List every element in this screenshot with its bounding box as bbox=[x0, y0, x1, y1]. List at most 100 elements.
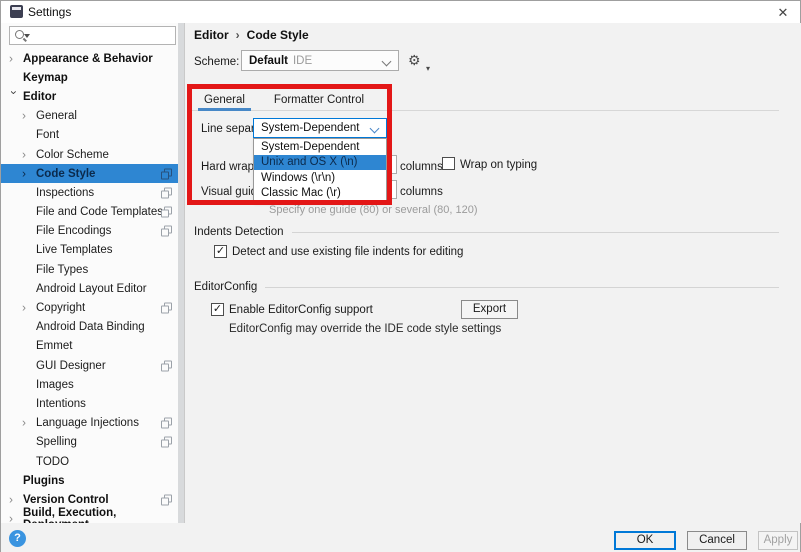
dropdown-option[interactable]: Classic Mac (\r) bbox=[254, 186, 386, 202]
tree-chevron-icon[interactable]: › bbox=[9, 493, 19, 505]
ok-button[interactable]: OK bbox=[614, 531, 676, 550]
detect-indents-checkbox[interactable] bbox=[214, 245, 227, 258]
scheme-actions-button[interactable]: ⚙ ▾ bbox=[408, 51, 428, 71]
shared-settings-badge-icon bbox=[161, 168, 172, 179]
sidebar-item[interactable]: File Types bbox=[1, 260, 179, 279]
dropdown-option-label: Windows (\r\n) bbox=[261, 172, 335, 184]
sidebar-item-label: File Encodings bbox=[36, 225, 111, 237]
sidebar-item[interactable]: File Encodings bbox=[1, 222, 179, 241]
chevron-down-icon bbox=[382, 57, 392, 67]
sidebar-item[interactable]: Intentions bbox=[1, 394, 179, 413]
sidebar-item[interactable]: › Copyright bbox=[1, 298, 179, 317]
sidebar-item[interactable]: Images bbox=[1, 375, 179, 394]
tree-chevron-icon[interactable]: › bbox=[9, 52, 19, 64]
tab[interactable]: Formatter Control bbox=[261, 89, 377, 110]
sidebar-item[interactable]: › General bbox=[1, 107, 179, 126]
tree-chevron-icon[interactable]: › bbox=[22, 301, 32, 313]
dropdown-option-label: Classic Mac (\r) bbox=[261, 187, 341, 199]
visual-guides-suffix: columns bbox=[400, 186, 443, 198]
sidebar-item-label: Plugins bbox=[23, 475, 65, 487]
editorconfig-title: EditorConfig bbox=[194, 281, 257, 293]
chevron-down-icon bbox=[370, 124, 380, 134]
sidebar-item-label: Copyright bbox=[36, 302, 85, 314]
sidebar-item[interactable]: Android Data Binding bbox=[1, 318, 179, 337]
hard-wrap-suffix: columns bbox=[400, 161, 443, 173]
apply-button: Apply bbox=[758, 531, 798, 550]
sidebar-item[interactable]: › Color Scheme bbox=[1, 145, 179, 164]
sidebar-item-label: Emmet bbox=[36, 340, 72, 352]
indents-detection-title: Indents Detection bbox=[194, 226, 284, 238]
dropdown-option[interactable]: Windows (\r\n) bbox=[254, 170, 386, 186]
gear-icon: ⚙ bbox=[408, 52, 421, 68]
shared-settings-badge-icon bbox=[161, 494, 172, 505]
sidebar-item-label: Inspections bbox=[36, 187, 94, 199]
settings-tree: › Appearance & Behavior Keymap › Editor … bbox=[1, 49, 185, 529]
tab[interactable]: General bbox=[191, 89, 258, 110]
sidebar-item-label: TODO bbox=[36, 456, 69, 468]
sidebar-item-label: Color Scheme bbox=[36, 149, 109, 161]
sidebar-item[interactable]: › Appearance & Behavior bbox=[1, 49, 179, 68]
shared-settings-badge-icon bbox=[161, 207, 172, 218]
footer-bar: ? OK Cancel Apply bbox=[1, 523, 800, 552]
wrap-on-typing-label[interactable]: Wrap on typing bbox=[460, 159, 537, 171]
sidebar-item[interactable]: Plugins bbox=[1, 471, 179, 490]
line-separator-value: System-Dependent bbox=[261, 122, 359, 134]
sidebar-item-label: File Types bbox=[36, 264, 88, 276]
sidebar-item[interactable]: › Code Style bbox=[1, 164, 179, 183]
sidebar-item[interactable]: Spelling bbox=[1, 433, 179, 452]
dropdown-option-label: Unix and OS X (\n) bbox=[261, 156, 358, 168]
sidebar-item-label: GUI Designer bbox=[36, 360, 106, 372]
sidebar-item-label: Android Layout Editor bbox=[36, 283, 147, 295]
tree-chevron-icon[interactable]: › bbox=[22, 148, 32, 160]
tree-chevron-icon[interactable]: › bbox=[22, 416, 32, 428]
help-icon[interactable]: ? bbox=[9, 530, 26, 547]
breadcrumb-page: Code Style bbox=[247, 28, 309, 42]
tree-chevron-icon[interactable]: › bbox=[22, 167, 32, 179]
wrap-on-typing-checkbox[interactable] bbox=[442, 157, 455, 170]
search-history-caret-icon[interactable] bbox=[24, 34, 30, 38]
dropdown-option[interactable]: System-Dependent bbox=[254, 139, 386, 155]
gear-caret-icon: ▾ bbox=[426, 64, 430, 73]
title-bar: Settings ✕ bbox=[1, 1, 800, 23]
sidebar-item[interactable]: › Language Injections bbox=[1, 414, 179, 433]
sidebar-item-label: Language Injections bbox=[36, 417, 139, 429]
sidebar-item-label: Android Data Binding bbox=[36, 321, 145, 333]
export-button[interactable]: Export bbox=[461, 300, 518, 319]
sidebar-item-label: Editor bbox=[23, 91, 56, 103]
search-box[interactable] bbox=[9, 26, 176, 45]
sidebar-item[interactable]: Font bbox=[1, 126, 179, 145]
search-input[interactable] bbox=[33, 28, 175, 43]
sidebar-item[interactable]: Emmet bbox=[1, 337, 179, 356]
sidebar-item-label: Spelling bbox=[36, 436, 77, 448]
sidebar-item-label: Intentions bbox=[36, 398, 86, 410]
breadcrumb-section[interactable]: Editor bbox=[194, 28, 229, 42]
cancel-button[interactable]: Cancel bbox=[687, 531, 747, 550]
sidebar-item[interactable]: Live Templates bbox=[1, 241, 179, 260]
scheme-label: Scheme: bbox=[194, 56, 239, 68]
tree-chevron-icon[interactable]: › bbox=[8, 91, 20, 101]
shared-settings-badge-icon bbox=[161, 226, 172, 237]
sidebar-item[interactable]: › Editor bbox=[1, 87, 179, 106]
enable-editorconfig-checkbox[interactable] bbox=[211, 303, 224, 316]
dropdown-option[interactable]: Unix and OS X (\n) bbox=[254, 155, 386, 171]
scheme-value-suffix: IDE bbox=[293, 55, 312, 67]
sidebar-item[interactable]: Android Layout Editor bbox=[1, 279, 179, 298]
shared-settings-badge-icon bbox=[161, 303, 172, 314]
editorconfig-note: EditorConfig may override the IDE code s… bbox=[229, 323, 501, 335]
detect-indents-label[interactable]: Detect and use existing file indents for… bbox=[232, 246, 463, 258]
main-panel: Editor›Code Style Scheme: Default IDE ⚙ … bbox=[186, 23, 801, 523]
sidebar-item[interactable]: File and Code Templates bbox=[1, 203, 179, 222]
shared-settings-badge-icon bbox=[161, 360, 172, 371]
close-icon[interactable]: ✕ bbox=[772, 4, 794, 21]
enable-editorconfig-label[interactable]: Enable EditorConfig support bbox=[229, 304, 373, 316]
sidebar-item[interactable]: GUI Designer bbox=[1, 356, 179, 375]
section-rule bbox=[265, 287, 779, 288]
sidebar-item[interactable]: Keymap bbox=[1, 68, 179, 87]
sidebar-item[interactable]: TODO bbox=[1, 452, 179, 471]
sidebar-item[interactable]: Inspections bbox=[1, 183, 179, 202]
line-separator-dropdown[interactable]: System-Dependent bbox=[253, 118, 387, 138]
tree-chevron-icon[interactable]: › bbox=[22, 109, 32, 121]
tab-label: Formatter Control bbox=[274, 94, 364, 106]
sidebar-item-label: Version Control bbox=[23, 494, 109, 506]
scheme-dropdown[interactable]: Default IDE bbox=[241, 50, 399, 71]
